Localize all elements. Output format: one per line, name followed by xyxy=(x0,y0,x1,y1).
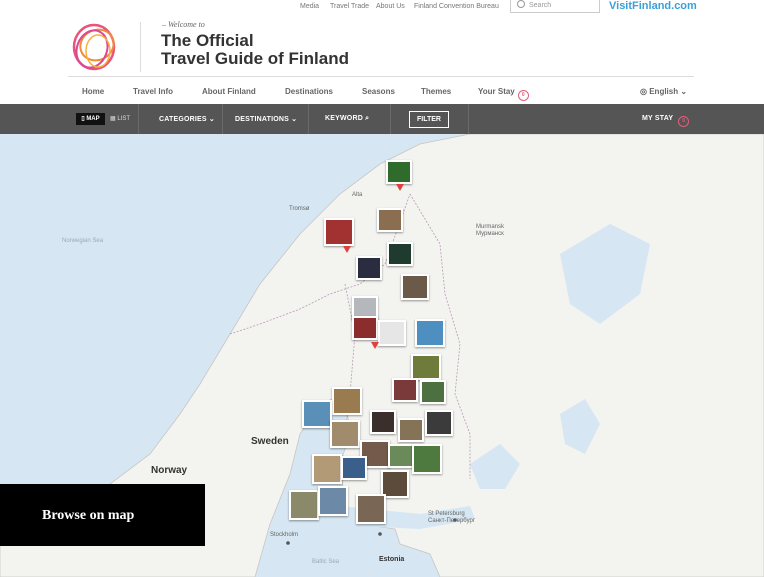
map-photo-marker[interactable] xyxy=(330,420,360,448)
travel-trade-link[interactable]: Travel Trade xyxy=(330,3,369,10)
map-photo-marker[interactable] xyxy=(324,218,354,246)
header-tagline: – Welcome to xyxy=(162,20,205,29)
browse-on-map-panel[interactable]: Browse on map xyxy=(0,484,205,546)
convention-bureau-link[interactable]: Finland Convention Bureau xyxy=(414,3,499,10)
map-view-button[interactable]: ▯ MAP xyxy=(76,113,105,125)
language-label: English xyxy=(649,87,679,96)
map-label-norwegian-sea: Norwegian Sea xyxy=(62,238,104,244)
filter-separator xyxy=(138,104,139,134)
keyword-label: KEYWORD xyxy=(325,115,363,122)
list-view-label: LIST xyxy=(117,116,131,122)
browse-on-map-label: Browse on map xyxy=(42,508,135,523)
my-stay-label: MY STAY xyxy=(642,115,674,122)
map-photo-marker[interactable] xyxy=(318,486,348,516)
page-title-line1: The Official xyxy=(161,31,254,50)
map-label-murmansk: Murmansk Мурманск xyxy=(476,224,505,237)
nav-your-stay-label: Your Stay xyxy=(478,87,515,96)
main-nav: Home Travel Info About Finland Destinati… xyxy=(68,76,694,105)
map-label-norway: Norway xyxy=(151,465,188,476)
chevron-down-icon: ⌄ xyxy=(680,87,688,96)
map-photo-marker[interactable] xyxy=(356,256,382,280)
map-photo-marker[interactable] xyxy=(420,380,446,404)
globe-icon: ◎ xyxy=(640,87,647,96)
page-title-line2: Travel Guide of Finland xyxy=(161,49,349,68)
map-label-baltic-sea: Baltic Sea xyxy=(312,559,340,565)
map-icon: ▯ xyxy=(81,116,85,122)
map-photo-marker[interactable] xyxy=(341,456,367,480)
nav-destinations[interactable]: Destinations xyxy=(285,87,333,96)
filter-bar: ▯ MAP ▦ LIST CATEGORIES ⌄ DESTINATIONS ⌄… xyxy=(0,104,764,134)
categories-label: CATEGORIES xyxy=(159,116,207,123)
map-label-estonia: Estonia xyxy=(379,556,405,563)
search-icon: ⌕ xyxy=(365,115,370,122)
list-icon: ▦ xyxy=(110,116,116,122)
chevron-down-icon: ⌄ xyxy=(291,116,298,123)
map-photo-marker[interactable] xyxy=(370,410,396,434)
map-photo-marker[interactable] xyxy=(386,160,412,184)
map-photo-marker[interactable] xyxy=(312,454,342,484)
my-stay-button[interactable]: MY STAY 0 xyxy=(642,115,690,127)
map-photo-marker[interactable] xyxy=(415,319,445,347)
map-pin-icon xyxy=(371,342,379,349)
search-icon xyxy=(517,0,525,8)
map-pin-icon xyxy=(343,246,351,253)
categories-dropdown[interactable]: CATEGORIES ⌄ xyxy=(159,115,215,123)
chevron-down-icon: ⌄ xyxy=(208,116,215,123)
map-photo-marker[interactable] xyxy=(388,444,414,468)
nav-your-stay[interactable]: Your Stay 0 xyxy=(478,87,529,101)
map-photo-marker[interactable] xyxy=(332,387,362,415)
map-label-stockholm: Stockholm xyxy=(270,532,299,538)
map-photo-marker[interactable] xyxy=(425,410,453,436)
filter-separator xyxy=(390,104,391,134)
destinations-label: DESTINATIONS xyxy=(235,116,289,123)
search-placeholder: Search xyxy=(529,2,552,9)
language-selector[interactable]: ◎ English ⌄ xyxy=(640,87,687,96)
destinations-dropdown[interactable]: DESTINATIONS ⌄ xyxy=(235,115,297,123)
map-photo-marker[interactable] xyxy=(378,320,406,346)
filter-button[interactable]: FILTER xyxy=(409,111,449,128)
map-photo-marker[interactable] xyxy=(356,494,386,524)
nav-about-finland[interactable]: About Finland xyxy=(202,87,256,96)
nav-themes[interactable]: Themes xyxy=(421,87,451,96)
map-pin-icon xyxy=(396,184,404,191)
media-link[interactable]: Media xyxy=(300,3,319,10)
your-stay-count-badge: 0 xyxy=(517,90,529,101)
header-divider xyxy=(140,22,141,72)
filter-separator xyxy=(222,104,223,134)
list-view-button[interactable]: ▦ LIST xyxy=(110,115,130,122)
map-label-tromso: Tromsø xyxy=(289,206,310,212)
search-input[interactable]: Search xyxy=(510,0,600,13)
map-photo-marker[interactable] xyxy=(412,444,442,474)
nav-home[interactable]: Home xyxy=(82,87,104,96)
utility-bar: Media Travel Trade About Us Finland Conv… xyxy=(0,0,764,16)
map-photo-marker[interactable] xyxy=(392,378,418,402)
map-label-st-petersburg: St Petersburg Санкт-Петербург xyxy=(428,511,476,524)
my-stay-count-badge: 0 xyxy=(678,116,690,127)
map-photo-marker[interactable] xyxy=(377,208,403,232)
map-photo-marker[interactable] xyxy=(411,354,441,380)
visit-finland-logo-icon[interactable] xyxy=(68,20,122,74)
map-photo-marker[interactable] xyxy=(387,242,413,266)
about-us-link[interactable]: About Us xyxy=(376,3,405,10)
map-photo-marker[interactable] xyxy=(302,400,332,428)
filter-separator xyxy=(308,104,309,134)
map-photo-marker[interactable] xyxy=(401,274,429,300)
map-photo-marker[interactable] xyxy=(352,316,378,340)
map-label-alta: Alta xyxy=(352,192,363,198)
map-photo-marker[interactable] xyxy=(398,418,424,442)
nav-seasons[interactable]: Seasons xyxy=(362,87,395,96)
map-photo-marker[interactable] xyxy=(289,490,319,520)
visitfinland-brand-link[interactable]: VisitFinland.com xyxy=(609,0,697,12)
keyword-search[interactable]: KEYWORD ⌕ xyxy=(325,115,369,123)
map-view-label: MAP xyxy=(86,116,100,122)
map-label-sweden: Sweden xyxy=(251,436,289,447)
nav-travel-info[interactable]: Travel Info xyxy=(133,87,173,96)
filter-separator xyxy=(468,104,469,134)
